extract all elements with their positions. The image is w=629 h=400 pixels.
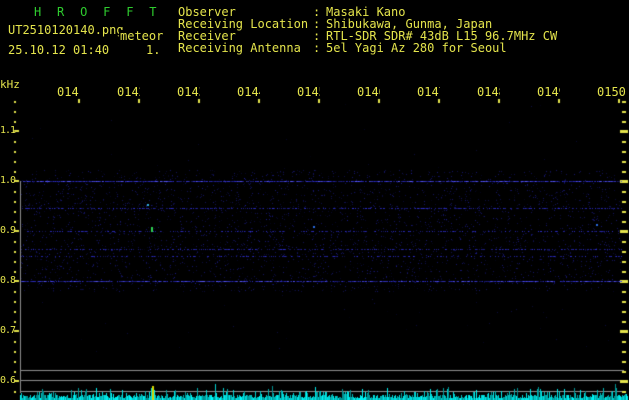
mode-label: meteor (119, 29, 164, 43)
time-tick-label: 0145 (297, 86, 320, 99)
info-value-antenna: 5el Yagi Az 280 for Seoul (326, 41, 507, 55)
time-tick-label: 0144 (237, 86, 260, 99)
freq-tick-label: 0.7 (0, 325, 16, 336)
freq-tick-label: 0.8 (0, 275, 16, 286)
time-tick-label: 0141 (57, 86, 80, 99)
hrofft-window: H R O F F T UT2510120140.png meteor 25.1… (0, 0, 629, 400)
time-tick-label: 0142 (117, 86, 140, 99)
time-tick-label: 0149 (537, 86, 560, 99)
spectrogram-canvas (0, 0, 629, 400)
echo-count: 1. (146, 43, 161, 57)
time-tick-label: 0148 (477, 86, 500, 99)
time-tick-label: 0150 (597, 86, 626, 99)
time-tick-label: 0146 (357, 86, 380, 99)
time-tick-label: 0143 (177, 86, 200, 99)
freq-tick-label: 1.1 (0, 125, 16, 136)
info-sep: : (313, 41, 321, 55)
app-title: H R O F F T (34, 5, 161, 19)
info-label-antenna: Receiving Antenna (178, 41, 301, 55)
freq-tick-label: 1.0 (0, 175, 16, 186)
time-tick-label: 0147 (417, 86, 440, 99)
capture-datetime: 25.10.12 01:40 (8, 43, 110, 57)
capture-filename: UT2510120140.png (8, 23, 124, 37)
freq-tick-label: 0.9 (0, 225, 16, 236)
y-axis-unit: kHz (0, 78, 20, 91)
freq-tick-label: 0.6 (0, 375, 16, 386)
